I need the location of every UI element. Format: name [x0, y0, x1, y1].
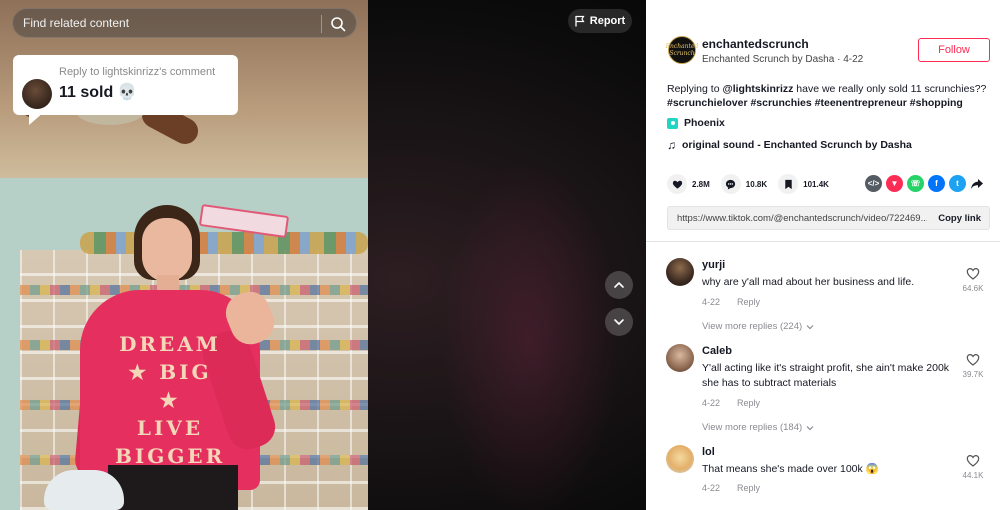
like-count: 2.8M	[692, 179, 710, 189]
report-label: Report	[589, 15, 626, 27]
save-button[interactable]: 101.4K	[778, 174, 829, 194]
post-caption: Replying to @lightskinrizz have we reall…	[667, 81, 987, 97]
chevron-down-icon	[806, 324, 814, 329]
comment-reply-button[interactable]: Reply	[737, 483, 760, 493]
heart-icon	[672, 180, 682, 189]
comment-item: yurji why are y'all mad about her busine…	[666, 258, 986, 348]
twitter-icon[interactable]: t	[949, 175, 966, 192]
comment-button[interactable]: 10.8K	[720, 174, 768, 194]
video-link-box: https://www.tiktok.com/@enchantedscrunch…	[667, 206, 990, 230]
caption-body: have we really only sold 11 scrunchies??	[793, 83, 987, 95]
search-input[interactable]: Find related content	[23, 16, 129, 30]
view-more-replies[interactable]: View more replies (184)	[702, 422, 814, 433]
sweater-line: DREAM	[119, 332, 221, 356]
person-face	[142, 218, 192, 282]
sound-link[interactable]: ♫ original sound - Enchanted Scrunch by …	[667, 138, 912, 152]
facebook-icon[interactable]: f	[928, 175, 945, 192]
comment-reply-button[interactable]: Reply	[737, 297, 760, 307]
chevron-down-icon	[806, 425, 814, 430]
comment-date: 4-22	[702, 297, 721, 307]
author-avatar[interactable]: Enchanted Scrunch	[665, 36, 699, 64]
commenter-avatar[interactable]	[666, 258, 694, 286]
whatsapp-icon[interactable]: ☏	[907, 175, 924, 192]
location-tag[interactable]: Phoenix	[667, 117, 725, 129]
comment-icon	[726, 179, 736, 190]
commenter-avatar[interactable]	[666, 445, 694, 473]
skull-emoji: 💀	[117, 84, 137, 101]
author-username[interactable]: enchantedscrunch	[702, 37, 809, 51]
caption-prefix: Replying to	[667, 83, 723, 95]
heart-outline-icon[interactable]	[966, 267, 980, 280]
share-row: </> ▼ ☏ f t	[865, 175, 984, 192]
caption-hashtags[interactable]: #scrunchielover #scrunchies #teenentrepr…	[667, 97, 963, 109]
like-button[interactable]: 2.8M	[667, 174, 710, 194]
report-button[interactable]: Report	[568, 9, 632, 33]
video-player[interactable]: DREAM ★ BIG ★ LIVE BIGGER Reply to light…	[0, 0, 646, 510]
bookmark-icon	[784, 179, 792, 189]
search-bar[interactable]: Find related content	[12, 8, 357, 38]
reply-sticker-avatar	[22, 79, 52, 109]
share-arrow-icon[interactable]	[970, 177, 984, 191]
commenter-name[interactable]: yurji	[702, 259, 725, 271]
comment-date: 4-22	[702, 483, 721, 493]
copy-link-button[interactable]: Copy link	[938, 213, 981, 224]
sound-text: original sound - Enchanted Scrunch by Da…	[682, 139, 912, 151]
comments-divider	[646, 241, 1000, 242]
view-more-replies-label: View more replies (224)	[702, 321, 803, 332]
comment-text: why are y'all mad about her business and…	[702, 276, 915, 288]
person-shorts	[108, 465, 238, 510]
video-frame[interactable]: DREAM ★ BIG ★ LIVE BIGGER Reply to light…	[0, 0, 368, 510]
comment-like-count: 39.7K	[962, 370, 984, 379]
comment-text: That means she's made over 100k 😱	[702, 463, 879, 475]
flag-icon	[575, 15, 585, 27]
commenter-name[interactable]: lol	[702, 446, 715, 458]
comment-item: Caleb Y'all acting like it's straight pr…	[666, 344, 986, 439]
reply-sticker: Reply to lightskinrizz's comment 11 sold…	[13, 55, 238, 125]
comment-like-count: 64.6K	[962, 284, 984, 293]
reply-sticker-text: 11 sold	[59, 84, 114, 101]
details-panel: Enchanted Scrunch enchantedscrunch Encha…	[646, 0, 1000, 510]
chevron-up-icon	[614, 282, 624, 288]
comment-like-count: 44.1K	[962, 471, 984, 480]
engagement-stats: 2.8M 10.8K 101.4K	[667, 174, 840, 194]
author-subtitle: Enchanted Scrunch by Dasha · 4-22	[702, 54, 864, 65]
view-more-replies[interactable]: View more replies (224)	[702, 321, 814, 332]
sweater-print: DREAM ★ BIG ★ LIVE BIGGER	[115, 330, 225, 470]
comment-item: lol That means she's made over 100k 😱 4-…	[666, 445, 986, 505]
previous-video-button[interactable]	[605, 271, 633, 299]
chevron-down-icon	[614, 319, 624, 325]
commenter-name[interactable]: Caleb	[702, 345, 732, 357]
sweater-line: LIVE	[136, 416, 204, 440]
author-avatar-logo: Enchanted Scrunch	[665, 43, 699, 57]
search-divider	[321, 15, 322, 33]
send-icon[interactable]: ▼	[886, 175, 903, 192]
video-link-url[interactable]: https://www.tiktok.com/@enchantedscrunch…	[677, 213, 927, 224]
search-icon[interactable]	[330, 16, 346, 32]
heart-outline-icon[interactable]	[966, 353, 980, 366]
comment-date: 4-22	[702, 398, 721, 408]
comment-reply-button[interactable]: Reply	[737, 398, 760, 408]
comment-count: 10.8K	[745, 179, 768, 189]
comment-text: Y'all acting like it's straight profit, …	[702, 362, 950, 389]
next-video-button[interactable]	[605, 308, 633, 336]
scrunchie-bag	[44, 470, 124, 510]
embed-icon[interactable]: </>	[865, 175, 882, 192]
follow-button[interactable]: Follow	[918, 38, 990, 62]
music-note-icon: ♫	[667, 138, 676, 152]
caption-mention[interactable]: @lightskinrizz	[722, 83, 793, 95]
view-more-replies-label: View more replies (184)	[702, 422, 803, 433]
sweater-line: ★ BIG ★	[128, 360, 212, 412]
garland	[80, 232, 368, 254]
save-count: 101.4K	[803, 179, 829, 189]
reply-sticker-header: Reply to lightskinrizz's comment	[59, 66, 216, 78]
location-text: Phoenix	[684, 117, 725, 129]
location-pin-icon	[667, 117, 678, 129]
commenter-avatar[interactable]	[666, 344, 694, 372]
heart-outline-icon[interactable]	[966, 454, 980, 467]
